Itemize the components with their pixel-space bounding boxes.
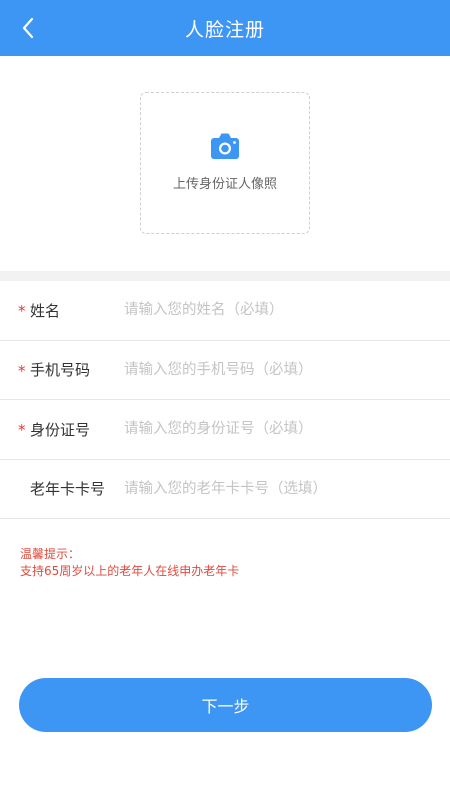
name-label: 姓名 xyxy=(30,301,61,320)
required-mark: * xyxy=(18,361,26,380)
section-divider xyxy=(0,271,450,281)
id-number-label: 身份证号 xyxy=(30,420,91,439)
registration-form: * 姓名 * 手机号码 * 身份证号 老年卡卡号 xyxy=(0,281,450,519)
form-row-id-number: * 身份证号 xyxy=(0,400,450,460)
next-step-button[interactable]: 下一步 xyxy=(19,678,432,732)
form-row-name: * 姓名 xyxy=(0,281,450,341)
name-input[interactable] xyxy=(124,290,424,331)
form-row-phone: * 手机号码 xyxy=(0,341,450,400)
phone-label: 手机号码 xyxy=(30,361,91,380)
required-mark: * xyxy=(18,302,26,320)
page-title: 人脸注册 xyxy=(184,18,265,41)
back-button[interactable] xyxy=(8,8,48,48)
photo-upload-section: 上传身份证人像照 xyxy=(0,56,450,271)
phone-input[interactable] xyxy=(124,349,424,390)
app-header: 人脸注册 xyxy=(0,0,450,56)
camera-icon xyxy=(211,133,239,159)
tips-notice: 温馨提示： 支持65周岁以上的老年人在线申办老年卡 xyxy=(20,546,239,580)
id-number-input[interactable] xyxy=(124,409,424,450)
required-mark: * xyxy=(18,421,26,439)
senior-card-label: 老年卡卡号 xyxy=(30,480,106,499)
chevron-left-icon xyxy=(22,17,34,39)
id-photo-upload-box[interactable]: 上传身份证人像照 xyxy=(140,92,310,234)
senior-card-input[interactable] xyxy=(124,468,424,509)
form-row-senior-card: 老年卡卡号 xyxy=(0,460,450,519)
upload-label: 上传身份证人像照 xyxy=(172,177,277,192)
tips-text: 支持65周岁以上的老年人在线申办老年卡 xyxy=(20,564,240,578)
tips-title: 温馨提示： xyxy=(20,547,81,561)
